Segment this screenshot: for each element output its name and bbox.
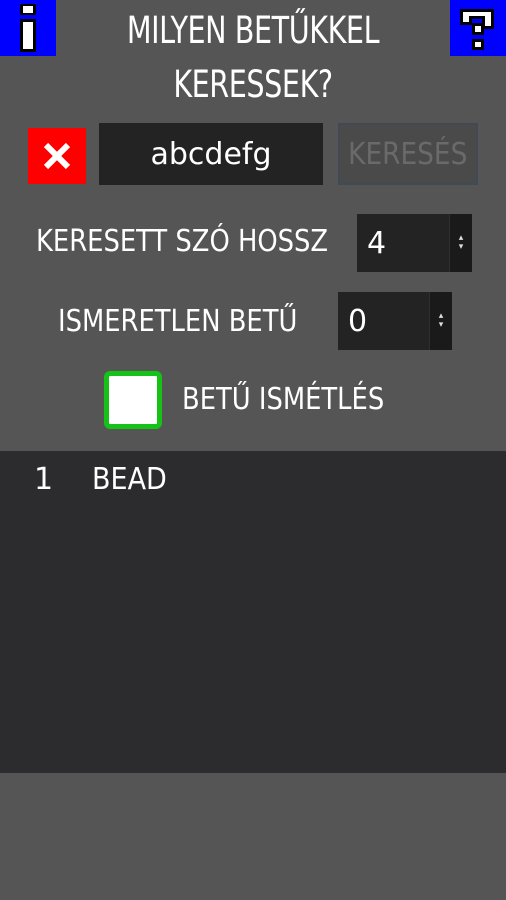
- result-index: 1: [34, 461, 54, 497]
- spinner-arrows-icon: ▴ ▾: [429, 292, 452, 350]
- results-list: 1 BEAD: [0, 451, 506, 773]
- page-title: MILYEN BETŰKKEL KERESSEK?: [84, 4, 423, 112]
- list-item[interactable]: 1 BEAD: [0, 453, 506, 505]
- unknown-letter-label: ISMERETLEN BETŰ: [58, 304, 298, 339]
- clear-button[interactable]: [28, 128, 86, 184]
- unknown-letter-select[interactable]: 0 ▴ ▾: [338, 292, 452, 350]
- search-button-label: KERESÉS: [348, 136, 468, 172]
- info-button[interactable]: [0, 0, 56, 56]
- spinner-arrows-icon: ▴ ▾: [449, 214, 472, 272]
- letter-repeat-label: BETŰ ISMÉTLÉS: [182, 382, 385, 417]
- help-button[interactable]: [450, 0, 506, 56]
- word-length-value: 4: [367, 225, 387, 261]
- result-word: BEAD: [92, 461, 167, 497]
- title-line-2: KERESSEK?: [173, 63, 333, 106]
- letters-input[interactable]: [99, 123, 323, 185]
- search-button[interactable]: KERESÉS: [338, 123, 478, 185]
- word-length-select[interactable]: 4 ▴ ▾: [357, 214, 472, 272]
- word-length-label: KERESETT SZÓ HOSSZ: [36, 224, 329, 259]
- unknown-letter-value: 0: [348, 303, 368, 339]
- help-icon: [460, 9, 494, 50]
- title-line-1: MILYEN BETŰKKEL: [126, 9, 380, 52]
- info-icon: [20, 4, 36, 52]
- letter-repeat-checkbox[interactable]: [104, 371, 162, 429]
- close-icon: [43, 142, 71, 170]
